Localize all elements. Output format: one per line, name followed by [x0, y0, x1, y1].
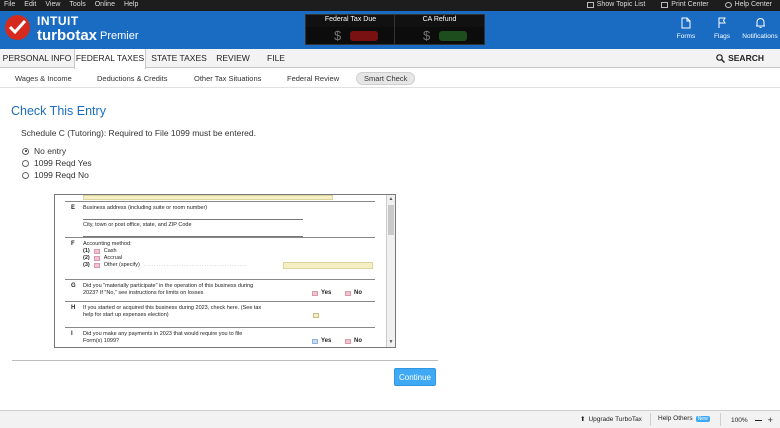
- zoom-plus-icon[interactable]: +: [768, 415, 773, 425]
- accounting-other-row[interactable]: (3) Other (specify)......................…: [83, 262, 247, 269]
- i-yes-checkbox[interactable]: [312, 338, 318, 344]
- help-center-link[interactable]: Help Center: [724, 1, 772, 8]
- tab-file[interactable]: FILE: [254, 49, 298, 68]
- show-topic-list-link[interactable]: Show Topic List: [586, 1, 645, 8]
- print-center-link[interactable]: Print Center: [661, 1, 709, 8]
- form-line-g: G Did you "materially participate" in th…: [65, 279, 375, 301]
- subtab-wages-income[interactable]: Wages & Income: [8, 72, 79, 85]
- menu-bar: File Edit View Tools Online Help Show To…: [0, 0, 780, 11]
- menu-edit[interactable]: Edit: [24, 1, 36, 8]
- bell-icon: [755, 18, 765, 28]
- scroll-up-arrow-icon[interactable]: ▲: [388, 196, 394, 202]
- subtab-deductions-credits[interactable]: Deductions & Credits: [90, 72, 174, 85]
- accrual-checkbox[interactable]: [93, 256, 100, 261]
- form-line-h: H If you started or acquired this busine…: [65, 301, 375, 327]
- separator: [720, 413, 721, 426]
- form-scrollbar[interactable]: ▲ ▼: [386, 195, 395, 347]
- zoom-level: 100%: [731, 416, 748, 424]
- intuit-wordmark: INTUIT: [37, 14, 79, 28]
- menu-file[interactable]: File: [4, 1, 15, 8]
- notifications-button[interactable]: Notifications: [740, 17, 780, 40]
- edition-label: Premier: [100, 30, 139, 42]
- printer-icon: [661, 1, 669, 8]
- up-arrow-icon: ⬆: [580, 416, 586, 423]
- form-content: E Business address (including suite or r…: [65, 195, 375, 347]
- zoom-minus-icon[interactable]: [754, 419, 762, 421]
- flag-icon: [718, 17, 726, 28]
- g-no-option[interactable]: No: [345, 290, 362, 296]
- radio-1099-reqd-no[interactable]: 1099 Reqd No: [22, 170, 89, 180]
- ca-refund-amount: $: [395, 27, 484, 44]
- sub-tabs: Wages & Income Deductions & Credits Othe…: [0, 68, 780, 88]
- g-no-checkbox[interactable]: [345, 290, 351, 296]
- tab-personal-info[interactable]: PERSONAL INFO: [0, 49, 74, 68]
- zoom-control[interactable]: 100% +: [731, 415, 773, 425]
- form-line-f: F Accounting method: (1) Cash (2) Accrual …: [65, 237, 375, 279]
- menu-view[interactable]: View: [45, 1, 60, 8]
- tab-federal-taxes[interactable]: FEDERAL TAXES: [74, 49, 146, 69]
- search-icon: [716, 54, 726, 63]
- i-yes-option[interactable]: Yes: [312, 338, 331, 344]
- continue-button[interactable]: Continue: [394, 368, 436, 386]
- form-field-top[interactable]: [83, 195, 333, 200]
- menu-tools[interactable]: Tools: [69, 1, 85, 8]
- accounting-cash-row[interactable]: (1) Cash: [83, 248, 117, 255]
- federal-tax-due-label: Federal Tax Due: [324, 16, 377, 23]
- menu-help[interactable]: Help: [124, 1, 138, 8]
- blurred-amount: [439, 31, 467, 41]
- blurred-amount: [350, 31, 378, 41]
- status-bar: ⬆ Upgrade TurboTax Help Others New 100% …: [0, 410, 780, 428]
- accounting-accrual-row[interactable]: (2) Accrual: [83, 255, 122, 262]
- radio-no-entry[interactable]: No entry: [22, 146, 66, 156]
- radio-1099-reqd-yes[interactable]: 1099 Reqd Yes: [22, 158, 92, 168]
- forms-button[interactable]: Forms: [666, 17, 706, 40]
- turbotax-check-logo: [5, 15, 30, 40]
- radio-button[interactable]: [22, 159, 29, 167]
- form-underline: [83, 219, 303, 220]
- scroll-down-arrow-icon[interactable]: ▼: [388, 339, 394, 345]
- divider: [12, 360, 438, 361]
- separator: [650, 413, 651, 426]
- error-description: Schedule C (Tutoring): Required to File …: [21, 128, 256, 138]
- flags-button[interactable]: Flags: [702, 17, 742, 40]
- other-checkbox[interactable]: [93, 263, 100, 268]
- menu-online[interactable]: Online: [95, 1, 115, 8]
- federal-tax-due-box[interactable]: Federal Tax Due $: [305, 14, 396, 45]
- i-no-checkbox[interactable]: [345, 338, 351, 344]
- new-badge: New: [695, 415, 710, 422]
- upgrade-turbotax-link[interactable]: ⬆ Upgrade TurboTax: [580, 415, 642, 424]
- ca-refund-label: CA Refund: [422, 16, 457, 23]
- scroll-thumb[interactable]: [388, 205, 394, 235]
- h-started-checkbox[interactable]: [313, 313, 319, 318]
- g-yes-checkbox[interactable]: [312, 290, 318, 296]
- radio-button-selected[interactable]: [22, 147, 29, 155]
- help-icon: [724, 1, 732, 8]
- cash-checkbox[interactable]: [93, 249, 100, 254]
- subtab-smart-check[interactable]: Smart Check: [356, 72, 416, 85]
- help-others-link[interactable]: Help Others New: [658, 415, 710, 422]
- other-specify-field[interactable]: [283, 262, 373, 269]
- page-title: Check This Entry: [11, 104, 106, 118]
- g-yes-option[interactable]: Yes: [312, 290, 331, 296]
- search-button[interactable]: SEARCH: [716, 49, 764, 68]
- form-line-i: I Did you make any payments in 2023 that…: [65, 327, 375, 347]
- subtab-federal-review[interactable]: Federal Review: [280, 72, 346, 85]
- schedule-c-form-preview[interactable]: E Business address (including suite or r…: [54, 194, 396, 348]
- app-header: INTUIT turbotax Premier Federal Tax Due …: [0, 11, 780, 49]
- turbotax-wordmark: turbotax: [37, 27, 97, 44]
- radio-button[interactable]: [22, 171, 29, 179]
- tab-review[interactable]: REVIEW: [212, 49, 254, 68]
- topic-list-icon: [586, 1, 594, 8]
- tab-state-taxes[interactable]: STATE TAXES: [146, 49, 212, 68]
- subtab-other-tax-situations[interactable]: Other Tax Situations: [187, 72, 268, 85]
- forms-icon: [681, 17, 691, 29]
- federal-tax-due-amount: $: [306, 27, 395, 44]
- main-tabs: PERSONAL INFO FEDERAL TAXES STATE TAXES …: [0, 49, 780, 69]
- ca-refund-box[interactable]: CA Refund $: [394, 14, 485, 45]
- i-no-option[interactable]: No: [345, 338, 362, 344]
